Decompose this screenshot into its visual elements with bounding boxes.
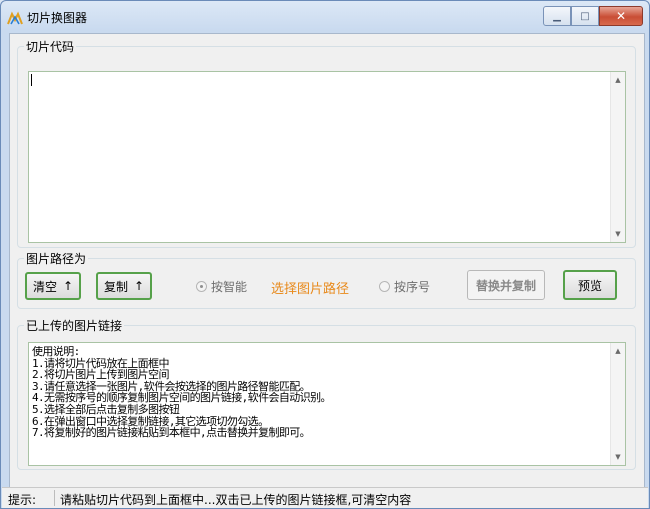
instruction-line: 5.选择全部后点击复制多图按钮 — [32, 402, 180, 416]
radio-order[interactable]: 按序号 — [379, 278, 430, 295]
scroll-down-arrow-icon[interactable]: ▼ — [611, 230, 625, 238]
arrow-up-icon: ↑ — [133, 279, 145, 293]
radio-smart-label: 按智能 — [211, 280, 248, 294]
status-text: 请粘贴切片代码到上面框中...双击已上传的图片链接框,可清空内容 — [60, 493, 412, 507]
replace-copy-button[interactable]: 替换并复制 — [467, 270, 545, 300]
status-divider — [54, 490, 55, 506]
code-textarea[interactable]: ▲ ▼ — [28, 71, 626, 243]
main-panel: 切片代码 ▲ ▼ 图片路径为 清空 ↑ 复制 ↑ 按智能 选择图片路径 按序号 … — [9, 33, 645, 488]
scroll-up-arrow-icon[interactable]: ▲ — [611, 76, 625, 84]
clear-button-label: 清空 — [32, 279, 57, 294]
links-textarea[interactable]: 使用说明: 1.请将切片代码放在上面框中 2.将切片图片上传到图片空间 3.请任意选择… — [28, 342, 626, 466]
radio-unselected-icon — [379, 281, 390, 292]
window-controls: ▁ □ ✕ — [543, 6, 643, 26]
copy-button[interactable]: 复制 ↑ — [96, 272, 152, 300]
app-logo-icon — [7, 11, 23, 25]
instruction-line: 使用说明: — [32, 345, 80, 358]
status-bar: 提示: 请粘贴切片代码到上面框中...双击已上传的图片链接框,可清空内容 — [2, 487, 648, 508]
scroll-up-arrow-icon[interactable]: ▲ — [611, 347, 625, 355]
app-window: 切片换图器 ▁ □ ✕ 切片代码 ▲ ▼ 图片路径为 清空 ↑ 复制 ↑ 按智能… — [0, 0, 650, 509]
preview-button[interactable]: 预览 — [563, 270, 617, 300]
clear-button[interactable]: 清空 ↑ — [25, 272, 81, 300]
radio-order-label: 按序号 — [394, 280, 431, 294]
maximize-button[interactable]: □ — [571, 6, 599, 26]
links-group: 已上传的图片链接 使用说明: 1.请将切片代码放在上面框中 2.将切片图片上传到图片… — [17, 317, 636, 470]
text-caret — [31, 74, 32, 86]
copy-button-label: 复制 — [103, 279, 128, 294]
code-group-label: 切片代码 — [26, 40, 75, 54]
title-bar[interactable]: 切片换图器 ▁ □ ✕ — [1, 1, 649, 33]
links-group-label: 已上传的图片链接 — [26, 319, 123, 333]
path-group: 图片路径为 清空 ↑ 复制 ↑ 按智能 选择图片路径 按序号 替换并复制 预览 — [17, 250, 636, 309]
instructions-text: 使用说明: 1.请将切片代码放在上面框中 2.将切片图片上传到图片空间 3.请任意选择… — [32, 346, 609, 439]
code-scrollbar[interactable]: ▲ ▼ — [610, 72, 625, 242]
instruction-line: 7.将复制好的图片链接粘贴到本框中,点击替换并复制即可。 — [32, 426, 311, 440]
code-group: 切片代码 ▲ ▼ — [17, 38, 636, 248]
select-path-link[interactable]: 选择图片路径 — [271, 278, 349, 297]
scroll-down-arrow-icon[interactable]: ▼ — [611, 453, 625, 461]
status-label: 提示: — [8, 493, 37, 507]
radio-smart[interactable]: 按智能 — [196, 278, 247, 295]
minimize-button[interactable]: ▁ — [543, 6, 571, 26]
radio-selected-icon — [196, 281, 207, 292]
arrow-up-icon: ↑ — [62, 279, 74, 293]
close-button[interactable]: ✕ — [599, 6, 643, 26]
window-title: 切片换图器 — [27, 11, 88, 25]
links-scrollbar[interactable]: ▲ ▼ — [610, 343, 625, 465]
path-group-label: 图片路径为 — [26, 252, 87, 266]
